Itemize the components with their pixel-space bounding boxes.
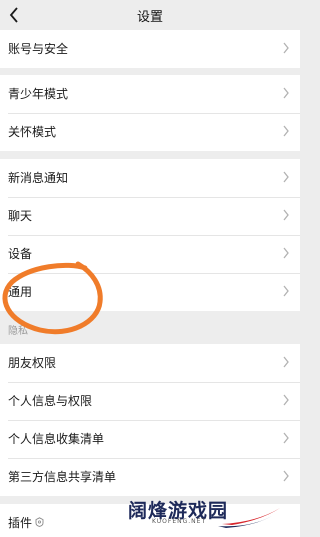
settings-group-modes: 青少年模式 关怀模式	[0, 75, 300, 151]
settings-item-label: 个人信息收集清单	[8, 432, 105, 446]
watermark-subtext: KUOFENG.NET	[152, 518, 207, 525]
top-bar: 设置	[0, 0, 300, 30]
section-label-privacy: 隐私	[8, 326, 28, 337]
settings-item-label: 通用	[8, 285, 33, 299]
settings-item-notifications[interactable]: 新消息通知	[0, 159, 300, 197]
settings-group-privacy: 朋友权限 个人信息与权限 个人信息收集清单 第三方信息共享清单	[0, 344, 300, 496]
settings-item-account-security[interactable]: 账号与安全	[0, 30, 300, 68]
plugin-icon	[35, 517, 44, 527]
settings-group-account: 账号与安全	[0, 30, 300, 68]
settings-item-friend-permissions[interactable]: 朋友权限	[0, 344, 300, 382]
chevron-right-icon	[283, 247, 289, 259]
chevron-right-icon	[283, 394, 289, 406]
settings-item-third-party-sharing[interactable]: 第三方信息共享清单	[0, 458, 300, 496]
settings-item-care-mode[interactable]: 关怀模式	[0, 113, 300, 151]
settings-item-label: 账号与安全	[8, 42, 69, 56]
chevron-right-icon	[283, 432, 289, 444]
page-title: 设置	[136, 10, 163, 25]
settings-item-teen-mode[interactable]: 青少年模式	[0, 75, 300, 113]
settings-item-label: 朋友权限	[8, 356, 57, 370]
chevron-right-icon	[283, 42, 289, 54]
settings-item-general[interactable]: 通用	[0, 273, 300, 311]
settings-item-label: 个人信息与权限	[8, 394, 93, 408]
chevron-right-icon	[283, 87, 289, 99]
settings-item-devices[interactable]: 设备	[0, 235, 300, 273]
settings-group-general: 新消息通知 聊天 设备 通用	[0, 159, 300, 311]
settings-item-label: 关怀模式	[8, 125, 57, 139]
settings-item-label: 新消息通知	[8, 171, 69, 185]
settings-item-label: 插件	[8, 516, 33, 530]
settings-item-personal-info[interactable]: 个人信息与权限	[0, 382, 300, 420]
chevron-right-icon	[283, 125, 289, 137]
chevron-right-icon	[283, 209, 289, 221]
chevron-right-icon	[283, 285, 289, 297]
settings-item-label: 聊天	[8, 209, 33, 223]
watermark-logo: 阔烽游戏园 KUOFENG.NET	[122, 494, 282, 530]
settings-item-chat[interactable]: 聊天	[0, 197, 300, 235]
settings-item-label: 设备	[8, 247, 33, 261]
settings-item-label: 第三方信息共享清单	[8, 470, 117, 484]
chevron-right-icon	[283, 171, 289, 183]
chevron-right-icon	[283, 356, 289, 368]
chevron-right-icon	[283, 470, 289, 482]
settings-item-info-collection[interactable]: 个人信息收集清单	[0, 420, 300, 458]
settings-item-label: 青少年模式	[8, 87, 69, 101]
